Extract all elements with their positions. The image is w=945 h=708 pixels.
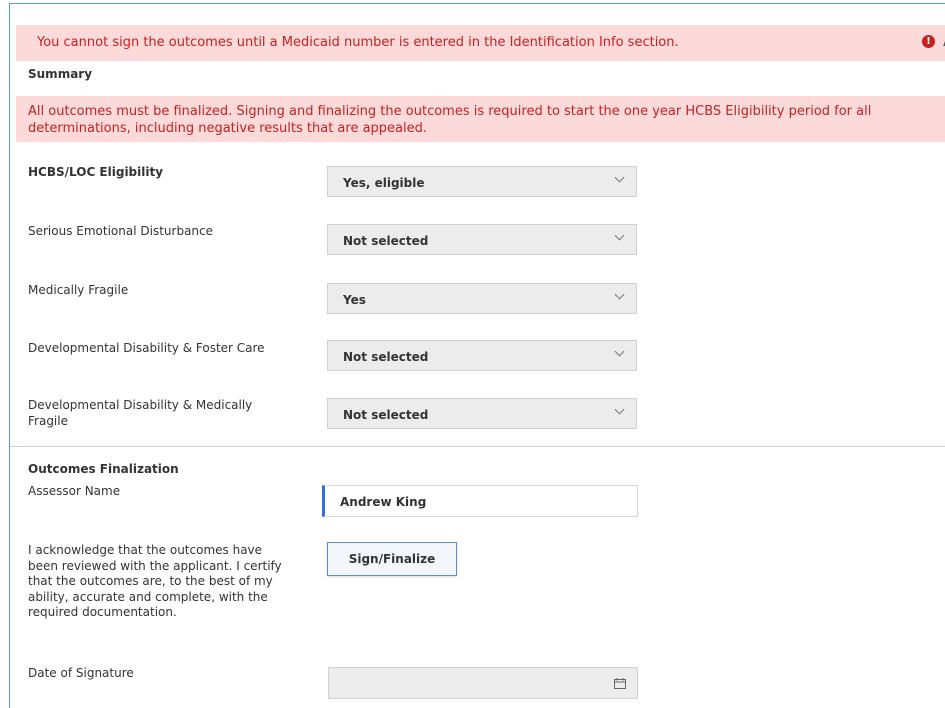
chevron-down-icon [614, 172, 625, 183]
medicaid-error-message: You cannot sign the outcomes until a Med… [37, 35, 679, 50]
hcbs-loc-eligibility-label: HCBS/LOC Eligibility [28, 165, 164, 179]
hcbs-loc-eligibility-value: Yes, eligible [343, 176, 425, 190]
dd-medically-fragile-select[interactable]: Not selected [327, 398, 637, 429]
section-divider [10, 446, 945, 447]
serious-emotional-disturbance-label: Serious Emotional Disturbance [28, 224, 214, 238]
chevron-down-icon [614, 404, 625, 415]
error-icon: ! [922, 35, 935, 48]
serious-emotional-disturbance-select[interactable]: Not selected [327, 224, 637, 255]
assessor-name-input[interactable]: Andrew King [322, 485, 638, 517]
summary-title: Summary [28, 67, 93, 81]
summary-notice-alert: All outcomes must be finalized. Signing … [16, 96, 945, 142]
chevron-down-icon [614, 230, 625, 241]
dd-medically-fragile-value: Not selected [343, 408, 429, 422]
dd-foster-care-label: Developmental Disability & Foster Care [28, 341, 265, 355]
dd-foster-care-value: Not selected [343, 350, 429, 364]
assessor-name-value: Andrew King [340, 495, 427, 509]
medically-fragile-label: Medically Fragile [28, 283, 129, 297]
date-of-signature-label: Date of Signature [28, 666, 134, 680]
outcomes-finalization-title: Outcomes Finalization [28, 462, 179, 476]
dd-medically-fragile-label: Developmental Disability & Medically Fra… [28, 398, 253, 428]
assessor-name-label: Assessor Name [28, 484, 121, 498]
medicaid-error-alert: You cannot sign the outcomes until a Med… [16, 25, 945, 61]
acknowledgement-text: I acknowledge that the outcomes have bee… [28, 543, 282, 619]
summary-notice-text: All outcomes must be finalized. Signing … [28, 104, 872, 136]
calendar-icon[interactable] [614, 678, 626, 689]
sign-finalize-button[interactable]: Sign/Finalize [327, 542, 457, 576]
medically-fragile-select[interactable]: Yes [327, 283, 637, 314]
dd-foster-care-select[interactable]: Not selected [327, 340, 637, 371]
serious-emotional-disturbance-value: Not selected [343, 234, 429, 248]
hcbs-loc-eligibility-select[interactable]: Yes, eligible [327, 166, 637, 197]
medically-fragile-value: Yes [343, 293, 366, 307]
date-of-signature-input[interactable] [328, 667, 638, 699]
chevron-down-icon [614, 289, 625, 300]
chevron-down-icon [614, 346, 625, 357]
